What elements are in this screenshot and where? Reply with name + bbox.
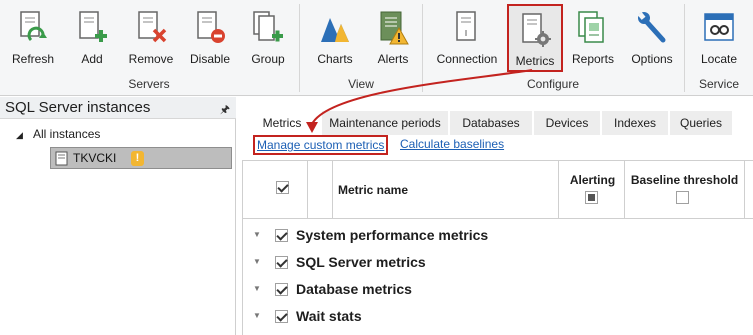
- row-checkbox[interactable]: [275, 229, 288, 242]
- disable-server-icon: [197, 11, 225, 43]
- tab-metrics[interactable]: Metrics: [244, 111, 320, 135]
- disable-button[interactable]: Disable: [182, 4, 238, 72]
- connection-icon: [456, 11, 476, 41]
- server-icon: [55, 151, 68, 166]
- tree-expand-arrow-icon[interactable]: ◢: [16, 130, 23, 141]
- locate-label: Locate: [700, 52, 738, 66]
- tree-root-all-instances[interactable]: All instances: [33, 127, 100, 141]
- group-label: Group: [251, 52, 285, 66]
- group-title-configure: Configure: [526, 77, 580, 91]
- collapse-arrow-icon[interactable]: ▼: [253, 257, 261, 266]
- reports-icon: [578, 11, 604, 43]
- checkbox-box: [676, 191, 689, 204]
- alerting-header[interactable]: Alerting: [565, 173, 620, 187]
- connection-button[interactable]: Connection: [429, 4, 505, 72]
- metric-group-row[interactable]: ▼ Wait stats: [243, 304, 753, 331]
- group-title-service: Service: [698, 77, 739, 91]
- metrics-grid: Metric name Alerting Baseline threshold …: [242, 160, 753, 335]
- column-divider: [307, 161, 308, 219]
- group-servers-icon: [253, 11, 283, 42]
- row-checkbox[interactable]: [275, 310, 288, 323]
- refresh-label: Refresh: [11, 52, 55, 66]
- checkbox-box: [276, 181, 289, 194]
- group-title-view: View: [348, 77, 374, 91]
- metric-group-label: Database metrics: [296, 281, 412, 297]
- collapse-arrow-icon[interactable]: ▼: [253, 311, 261, 320]
- ribbon-group-servers: Refresh Add Remove Disable Group Servers: [0, 0, 298, 96]
- remove-button[interactable]: Remove: [122, 4, 180, 72]
- pin-icon[interactable]: 🖈: [220, 101, 230, 120]
- column-divider: [744, 161, 745, 219]
- warning-icon: !: [131, 151, 144, 166]
- metric-group-row[interactable]: ▼ System performance metrics: [243, 223, 753, 250]
- metric-group-label: SQL Server metrics: [296, 254, 426, 270]
- locate-button[interactable]: Locate: [689, 4, 749, 72]
- tab-queries[interactable]: Queries: [670, 111, 732, 135]
- metric-group-row[interactable]: ▼ Database metrics: [243, 277, 753, 304]
- add-button[interactable]: Add: [64, 4, 120, 72]
- ribbon: Refresh Add Remove Disable Group Servers…: [0, 0, 753, 96]
- reports-label: Reports: [571, 52, 615, 66]
- instances-panel-header: SQL Server instances 🖈: [0, 97, 236, 119]
- manage-custom-metrics-link[interactable]: Manage custom metrics: [253, 135, 389, 155]
- calculate-baselines-link[interactable]: Calculate baselines: [400, 137, 504, 151]
- collapse-arrow-icon[interactable]: ▼: [253, 284, 261, 293]
- column-divider: [332, 161, 333, 219]
- options-button[interactable]: Options: [623, 4, 681, 72]
- alerts-button[interactable]: Alerts: [366, 4, 420, 72]
- disable-label: Disable: [189, 52, 231, 66]
- column-divider: [624, 161, 625, 219]
- tree-node-instance[interactable]: TKVCKI !: [50, 147, 232, 169]
- charts-button[interactable]: Charts: [306, 4, 364, 72]
- add-server-icon: [79, 11, 107, 42]
- metric-group-label: System performance metrics: [296, 227, 489, 243]
- alerting-header-checkbox[interactable]: [585, 191, 598, 209]
- instances-panel-title: SQL Server instances: [5, 99, 151, 116]
- column-divider: [558, 161, 559, 219]
- charts-icon: [321, 18, 349, 42]
- group-button[interactable]: Group: [240, 4, 296, 72]
- alerts-label: Alerts: [377, 52, 409, 66]
- grid-header: Metric name Alerting Baseline threshold: [243, 161, 753, 219]
- options-label: Options: [631, 52, 673, 66]
- connection-label: Connection: [436, 52, 498, 66]
- baseline-threshold-header[interactable]: Baseline threshold: [627, 173, 742, 187]
- group-title-servers: Servers: [128, 77, 170, 91]
- metric-group-label: Wait stats: [296, 308, 362, 324]
- locate-icon: [704, 13, 734, 41]
- tab-maintenance-periods[interactable]: Maintenance periods: [322, 111, 448, 135]
- tab-devices[interactable]: Devices: [534, 111, 600, 135]
- ribbon-group-configure: Connection Metrics Reports Options Confi…: [423, 0, 683, 96]
- select-all-checkbox[interactable]: [276, 181, 289, 199]
- refresh-icon: [20, 11, 47, 42]
- row-checkbox[interactable]: [275, 256, 288, 269]
- metrics-label: Metrics: [515, 54, 555, 68]
- remove-label: Remove: [128, 52, 174, 66]
- tab-databases[interactable]: Databases: [450, 111, 532, 135]
- instance-name: TKVCKI: [73, 151, 117, 165]
- checkbox-box: [585, 191, 598, 204]
- wrench-icon: [637, 12, 666, 43]
- ribbon-group-view: Charts Alerts View: [300, 0, 422, 96]
- metrics-button[interactable]: Metrics: [507, 4, 563, 72]
- metric-group-row[interactable]: ▼ SQL Server metrics: [243, 250, 753, 277]
- refresh-button[interactable]: Refresh: [4, 4, 62, 72]
- metrics-links: Manage custom metrics Calculate baseline…: [244, 135, 753, 156]
- metrics-icon: [522, 13, 551, 47]
- reports-button[interactable]: Reports: [565, 4, 621, 72]
- row-checkbox[interactable]: [275, 283, 288, 296]
- charts-label: Charts: [317, 52, 353, 66]
- metric-name-header[interactable]: Metric name: [338, 183, 408, 197]
- remove-server-icon: [138, 11, 167, 43]
- baseline-header-checkbox[interactable]: [676, 191, 689, 209]
- instances-panel: SQL Server instances 🖈 ◢ All instances T…: [0, 97, 236, 335]
- add-label: Add: [81, 52, 103, 66]
- ribbon-group-service: Locate Service: [685, 0, 753, 96]
- tab-indexes[interactable]: Indexes: [602, 111, 668, 135]
- alerts-icon: [380, 11, 409, 45]
- collapse-arrow-icon[interactable]: ▼: [253, 230, 261, 239]
